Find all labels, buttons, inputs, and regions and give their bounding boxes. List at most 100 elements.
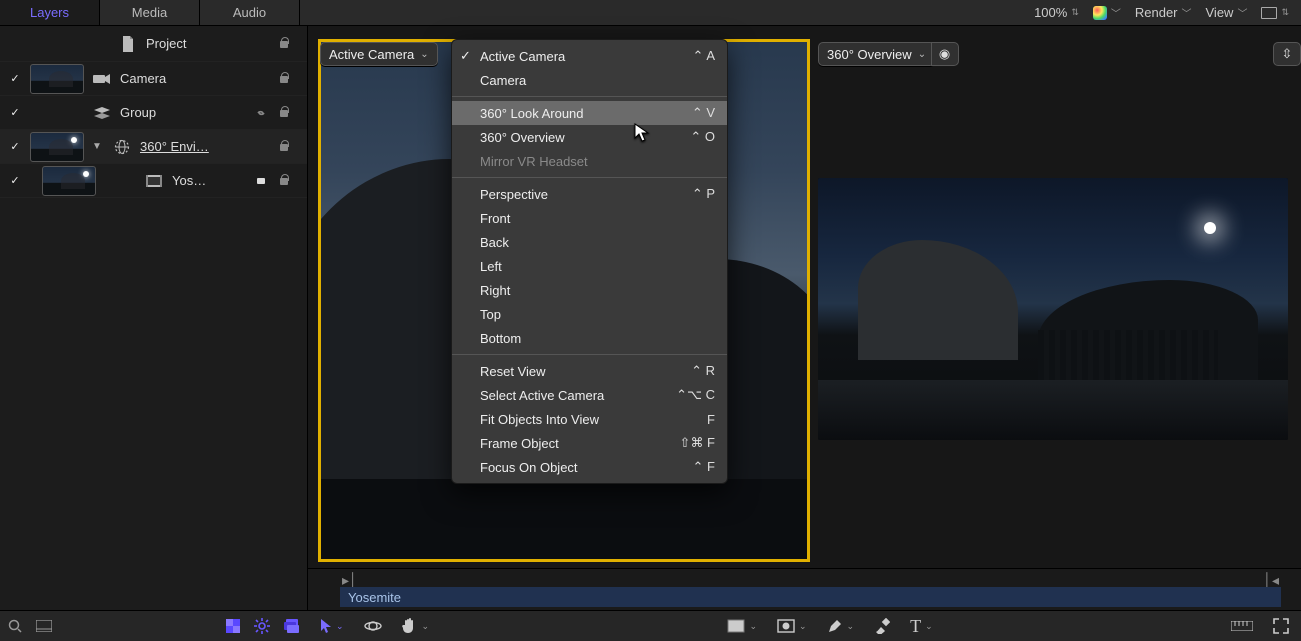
menu-item-360-look-around[interactable]: 360° Look Around⌃ V bbox=[452, 101, 727, 125]
view-menu[interactable]: View﹀ bbox=[1206, 5, 1248, 20]
chevron-down-icon: ⌄ bbox=[925, 621, 933, 632]
render-menu[interactable]: Render﹀ bbox=[1135, 5, 1192, 20]
search-icon[interactable] bbox=[8, 619, 22, 633]
color-channel-menu[interactable]: ﹀ bbox=[1093, 5, 1121, 20]
visibility-checkbox[interactable]: ✓ bbox=[8, 72, 22, 86]
zoom-menu[interactable]: 100% ⇅ bbox=[1034, 5, 1079, 20]
gear-icon[interactable] bbox=[254, 618, 270, 634]
filmstrip-icon bbox=[144, 175, 164, 187]
menu-item-fit-objects[interactable]: Fit Objects Into ViewF bbox=[452, 407, 727, 431]
stack-icon[interactable] bbox=[284, 619, 300, 633]
layers-bottom-toolbar bbox=[0, 610, 308, 641]
camera-popup-label: Active Camera bbox=[329, 47, 414, 62]
top-tab-bar: Layers Media Audio 100% ⇅ ﹀ Render﹀ View﹀… bbox=[0, 0, 1301, 26]
chevron-down-icon: ﹀ bbox=[1237, 5, 1247, 20]
layer-label: 360° Envi… bbox=[140, 139, 271, 154]
visibility-checkbox[interactable]: ✓ bbox=[8, 140, 22, 154]
menu-separator bbox=[452, 354, 727, 355]
lock-icon[interactable] bbox=[279, 139, 307, 154]
menu-item-mirror-vr: Mirror VR Headset bbox=[452, 149, 727, 173]
tab-media[interactable]: Media bbox=[100, 0, 200, 25]
menu-item-left[interactable]: Left bbox=[452, 254, 727, 278]
rect-tool[interactable]: ⌄ bbox=[727, 619, 757, 633]
layer-row-yosemite[interactable]: ✓ Yos… bbox=[0, 164, 307, 198]
menu-item-camera[interactable]: Camera bbox=[452, 68, 727, 92]
zoom-value: 100% bbox=[1034, 5, 1067, 20]
lock-icon[interactable] bbox=[279, 105, 307, 120]
layer-label: Group bbox=[120, 105, 247, 120]
layer-label: Project bbox=[146, 36, 271, 51]
lock-icon[interactable] bbox=[279, 173, 307, 188]
menu-item-frame-object[interactable]: Frame Object⇧⌘ F bbox=[452, 431, 727, 455]
clip-name: Yosemite bbox=[348, 590, 401, 605]
document-icon bbox=[118, 36, 138, 52]
layer-label: Yos… bbox=[172, 173, 247, 188]
layout-menu[interactable]: ⇅ bbox=[1261, 7, 1289, 19]
layer-row-project[interactable]: Project bbox=[0, 26, 307, 62]
chevron-down-icon: ⌄ bbox=[420, 49, 428, 60]
stepper-icon: ⇅ bbox=[1071, 8, 1079, 17]
layers-panel: Project ✓ Camera ✓ Group ✓ ▼ 360° Envi… … bbox=[0, 26, 308, 610]
menu-item-front[interactable]: Front bbox=[452, 206, 727, 230]
checker-icon[interactable] bbox=[226, 619, 240, 633]
select-tool[interactable]: ⌄ bbox=[320, 618, 344, 634]
lock-icon[interactable] bbox=[279, 71, 307, 86]
viewport-layout-icon bbox=[1261, 7, 1277, 19]
camera-icon bbox=[92, 73, 112, 85]
mini-timeline[interactable]: ▸│ │◂ Yosemite bbox=[308, 568, 1301, 610]
link-icon[interactable] bbox=[255, 107, 271, 119]
menu-item-reset-view[interactable]: Reset View⌃ R bbox=[452, 359, 727, 383]
chevron-down-icon: ⌄ bbox=[336, 621, 344, 632]
pen-tool[interactable]: ⌄ bbox=[827, 618, 855, 634]
hand-tool[interactable]: ⌄ bbox=[402, 617, 430, 635]
menu-item-perspective[interactable]: Perspective⌃ P bbox=[452, 182, 727, 206]
canvas-area: Active Camera ⌄ ◉ ⇳ 360° Overview ⌄ ✓Act… bbox=[308, 26, 1301, 641]
menu-item-select-active-camera[interactable]: Select Active Camera⌃⌥ C bbox=[452, 383, 727, 407]
menu-item-active-camera[interactable]: ✓Active Camera⌃ A bbox=[452, 44, 727, 68]
menu-item-360-overview[interactable]: 360° Overview⌃ O bbox=[452, 125, 727, 149]
text-tool[interactable]: T⌄ bbox=[910, 616, 933, 637]
stepper-icon: ⇅ bbox=[1281, 8, 1289, 17]
layer-thumbnail bbox=[42, 166, 96, 196]
layer-row-camera[interactable]: ✓ Camera bbox=[0, 62, 307, 96]
visibility-checkbox[interactable]: ✓ bbox=[8, 106, 22, 120]
checkmark-icon: ✓ bbox=[460, 48, 471, 64]
disclosure-triangle-icon[interactable]: ▼ bbox=[92, 141, 104, 152]
chevron-down-icon: ⌄ bbox=[422, 621, 430, 632]
globe-icon bbox=[112, 139, 132, 155]
record-icon[interactable]: ◉ bbox=[931, 42, 959, 66]
camera-popup-button[interactable]: Active Camera ⌄ bbox=[320, 42, 438, 66]
orbit-tool[interactable] bbox=[364, 617, 382, 635]
layer-thumbnail bbox=[30, 64, 84, 94]
timeline-clip[interactable]: Yosemite bbox=[340, 587, 1281, 607]
layer-row-360env[interactable]: ✓ ▼ 360° Envi… bbox=[0, 130, 307, 164]
menu-item-top[interactable]: Top bbox=[452, 302, 727, 326]
layer-thumbnail bbox=[30, 132, 84, 162]
camera-menu-open: ✓Active Camera⌃ A Camera 360° Look Aroun… bbox=[451, 39, 728, 484]
layer-row-group[interactable]: ✓ Group bbox=[0, 96, 307, 130]
menu-item-right[interactable]: Right bbox=[452, 278, 727, 302]
menu-separator bbox=[452, 96, 727, 97]
chevron-down-icon: ⌄ bbox=[799, 621, 807, 632]
canvas-toolbar: ⌄ ⌄ ⌄ ⌄ ⌄ T⌄ bbox=[308, 610, 1301, 641]
menu-item-bottom[interactable]: Bottom bbox=[452, 326, 727, 350]
chevron-down-icon: ⌄ bbox=[749, 621, 757, 632]
orient-icon[interactable]: ⇳ bbox=[1273, 42, 1301, 66]
paint-tool[interactable] bbox=[874, 618, 890, 634]
chevron-down-icon: ﹀ bbox=[1182, 5, 1192, 20]
mask-tool[interactable]: ⌄ bbox=[777, 619, 807, 633]
chevron-down-icon: ﹀ bbox=[1111, 5, 1121, 20]
lock-icon[interactable] bbox=[279, 36, 307, 51]
panel-icon[interactable] bbox=[36, 620, 52, 632]
tab-audio[interactable]: Audio bbox=[200, 0, 300, 25]
link-icon[interactable] bbox=[255, 175, 271, 187]
chevron-down-icon: ⌄ bbox=[847, 621, 855, 632]
visibility-checkbox[interactable]: ✓ bbox=[8, 174, 22, 188]
ruler-icon[interactable] bbox=[1231, 621, 1253, 631]
menu-item-focus-object[interactable]: Focus On Object⌃ F bbox=[452, 455, 727, 479]
menu-item-back[interactable]: Back bbox=[452, 230, 727, 254]
expand-icon[interactable] bbox=[1273, 618, 1289, 634]
right-viewport[interactable] bbox=[818, 178, 1288, 440]
tab-layers[interactable]: Layers bbox=[0, 0, 100, 25]
menu-separator bbox=[452, 177, 727, 178]
